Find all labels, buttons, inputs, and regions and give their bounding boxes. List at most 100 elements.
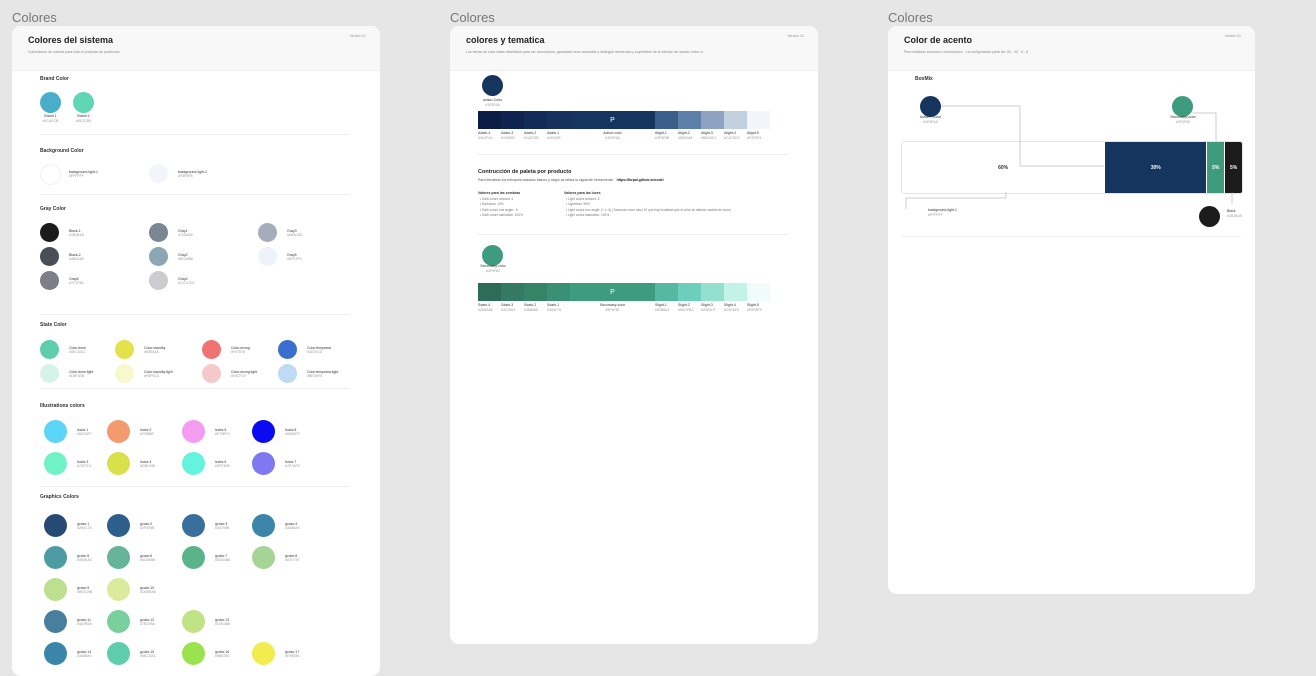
color-name: Black-1 xyxy=(69,228,81,233)
color-swatch[interactable] xyxy=(115,340,134,359)
color-swatch[interactable] xyxy=(107,610,130,633)
color-swatch[interactable] xyxy=(252,514,275,537)
color-swatch[interactable] xyxy=(107,514,130,537)
color-hex: #5CD7B5 xyxy=(75,118,92,123)
color-swatch[interactable] xyxy=(44,420,67,443)
scale-cell[interactable]: P xyxy=(570,283,655,301)
scale-label-hex: #C4F4E9 xyxy=(724,307,739,312)
color-hex: #BED9F5 xyxy=(307,374,323,379)
accent-colors-card[interactable]: Color de acento Para enfatizar acciones … xyxy=(888,26,1255,594)
color-swatch[interactable] xyxy=(44,452,67,475)
scale-cell[interactable] xyxy=(501,283,524,301)
color-swatch[interactable] xyxy=(182,546,205,569)
color-swatch[interactable] xyxy=(115,364,134,383)
color-label: Color.temprana #3A70CD xyxy=(307,346,331,355)
color-swatch[interactable] xyxy=(44,546,67,569)
scale-cell[interactable] xyxy=(501,111,524,129)
card-header: colores y tematica Los temas de color es… xyxy=(450,26,818,71)
color-swatch[interactable] xyxy=(252,642,275,665)
color-swatch[interactable] xyxy=(202,340,221,359)
color-swatch[interactable] xyxy=(40,340,59,359)
palette-link[interactable]: https://lbrpal.github.io/code/ xyxy=(617,178,664,182)
color-hex: #2F5F8B xyxy=(140,526,155,531)
color-swatch[interactable] xyxy=(40,164,61,185)
section-title: Graphics Colors xyxy=(40,494,79,500)
color-swatch[interactable] xyxy=(252,452,275,475)
scale-cell[interactable] xyxy=(655,283,678,301)
color-swatch[interactable] xyxy=(258,223,277,242)
scale-cell[interactable]: P xyxy=(570,111,655,129)
color-swatch[interactable] xyxy=(40,223,59,242)
action-color-swatch[interactable] xyxy=(482,75,503,96)
card-version: Versión 01 xyxy=(349,34,366,38)
frame-label-system: Colores xyxy=(12,10,57,25)
scale-cell[interactable] xyxy=(747,111,770,129)
color-swatch[interactable] xyxy=(107,420,130,443)
color-swatch[interactable] xyxy=(73,92,94,113)
scale-cell[interactable] xyxy=(547,283,570,301)
color-label: gcolor.15 #5ECDAC xyxy=(140,650,156,659)
scale-cell[interactable] xyxy=(478,283,501,301)
scale-cell[interactable] xyxy=(724,283,747,301)
color-swatch[interactable] xyxy=(40,364,59,383)
scale-cell[interactable] xyxy=(701,111,724,129)
scale-cell[interactable] xyxy=(678,283,701,301)
color-label: gcolor.12 #7ED09A xyxy=(140,618,155,627)
secondary-color-swatch[interactable] xyxy=(482,245,503,266)
theme-colors-card[interactable]: colores y tematica Los temas de color es… xyxy=(450,26,818,644)
color-swatch[interactable] xyxy=(44,578,67,601)
color-swatch[interactable] xyxy=(149,164,168,183)
color-swatch[interactable] xyxy=(44,610,67,633)
color-swatch[interactable] xyxy=(149,223,168,242)
color-hex: #D6F3EB xyxy=(69,374,85,379)
color-hex: #A7D797 xyxy=(285,558,300,563)
color-swatch[interactable] xyxy=(107,452,130,475)
color-swatch[interactable] xyxy=(278,364,297,383)
bullet-text: Dark colors saturation: 100% xyxy=(482,213,523,218)
color-swatch[interactable] xyxy=(107,546,130,569)
color-swatch[interactable] xyxy=(252,546,275,569)
scale-label-hex: #0A1F44 xyxy=(478,135,493,140)
color-hex: #3A89A9 xyxy=(285,526,300,531)
scale-cell[interactable] xyxy=(524,283,547,301)
color-name: Isolor.5 xyxy=(215,427,227,432)
bullet-item: • Light colors saturation: 100% xyxy=(566,213,731,218)
color-swatch[interactable] xyxy=(258,247,277,266)
color-hex: #7C8A99 xyxy=(178,233,193,238)
scale-cell[interactable] xyxy=(724,111,747,129)
color-swatch[interactable] xyxy=(40,92,61,113)
color-hex: #2B4C75 xyxy=(77,526,92,531)
secondary-color-scale: P xyxy=(478,283,770,301)
color-label: gcolor.16 #9BE35C xyxy=(215,650,230,659)
color-swatch[interactable] xyxy=(44,642,67,665)
color-swatch[interactable] xyxy=(182,642,205,665)
color-label: Gray3 #A6ACBC xyxy=(287,229,303,238)
color-swatch[interactable] xyxy=(44,514,67,537)
color-swatch[interactable] xyxy=(182,420,205,443)
scale-cell[interactable] xyxy=(678,111,701,129)
scale-cell[interactable] xyxy=(524,111,547,129)
section-title: Illustrations colors xyxy=(40,403,85,409)
color-swatch[interactable] xyxy=(107,578,130,601)
color-swatch[interactable] xyxy=(149,247,168,266)
color-swatch[interactable] xyxy=(182,452,205,475)
color-swatch[interactable] xyxy=(202,364,221,383)
color-swatch[interactable] xyxy=(107,642,130,665)
color-swatch[interactable] xyxy=(40,247,59,266)
scale-cell[interactable] xyxy=(655,111,678,129)
scale-cell[interactable] xyxy=(701,283,724,301)
scale-cell[interactable] xyxy=(478,111,501,129)
color-swatch[interactable] xyxy=(252,420,275,443)
color-swatch[interactable] xyxy=(278,340,297,359)
color-label: Color.wrong #F07878 xyxy=(231,346,250,355)
color-swatch[interactable] xyxy=(182,514,205,537)
card-title: Colores del sistema xyxy=(28,35,114,45)
color-hex: #4E9EA3 xyxy=(77,558,92,563)
color-hex: #DEEBA6 xyxy=(140,590,156,595)
system-colors-card[interactable]: Colores del sistema Colecciones de color… xyxy=(12,26,380,676)
color-swatch[interactable] xyxy=(40,271,59,290)
color-swatch[interactable] xyxy=(182,610,205,633)
color-swatch[interactable] xyxy=(149,271,168,290)
scale-cell[interactable] xyxy=(747,283,770,301)
scale-cell[interactable] xyxy=(547,111,570,129)
